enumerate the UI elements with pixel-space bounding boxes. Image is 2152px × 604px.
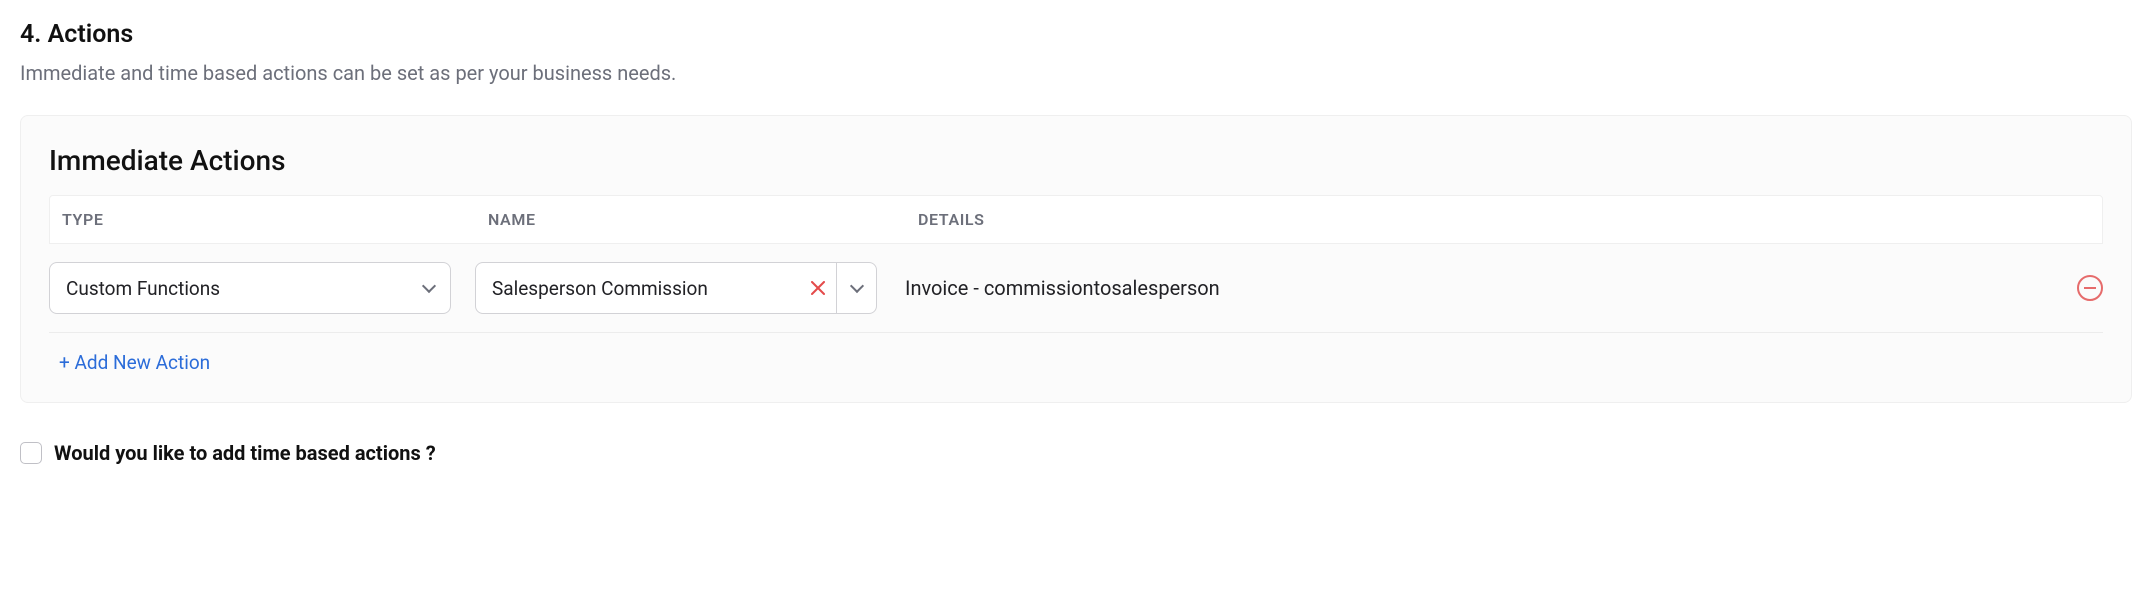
chevron-down-icon	[422, 279, 436, 293]
time-based-row: Would you like to add time based actions…	[20, 441, 2132, 465]
col-header-details: DETAILS	[918, 210, 2090, 229]
action-name-combo[interactable]: Salesperson Commission	[475, 262, 877, 314]
section-subtitle: Immediate and time based actions can be …	[20, 61, 2132, 85]
col-header-name: NAME	[488, 210, 918, 229]
action-row: Custom Functions Salesperson Commission …	[49, 244, 2103, 333]
name-dropdown-toggle[interactable]	[836, 263, 876, 313]
time-based-checkbox[interactable]	[20, 442, 42, 464]
immediate-actions-panel: Immediate Actions TYPE NAME DETAILS Cust…	[20, 115, 2132, 403]
actions-table-header: TYPE NAME DETAILS	[49, 195, 2103, 244]
action-type-value: Custom Functions	[66, 277, 220, 300]
remove-action-button[interactable]	[2077, 275, 2103, 301]
section-title: 4. Actions	[20, 20, 2132, 49]
time-based-label[interactable]: Would you like to add time based actions…	[54, 441, 436, 465]
chevron-down-icon	[849, 279, 863, 293]
minus-icon	[2084, 287, 2096, 289]
close-icon	[811, 281, 825, 295]
action-details: Invoice - commissiontosalesperson	[905, 276, 1220, 300]
action-type-select[interactable]: Custom Functions	[49, 262, 451, 314]
col-header-type: TYPE	[62, 210, 488, 229]
add-action-link[interactable]: + Add New Action	[49, 333, 220, 386]
panel-title: Immediate Actions	[49, 144, 2103, 177]
action-name-value: Salesperson Commission	[476, 263, 800, 313]
clear-name-button[interactable]	[800, 263, 836, 313]
